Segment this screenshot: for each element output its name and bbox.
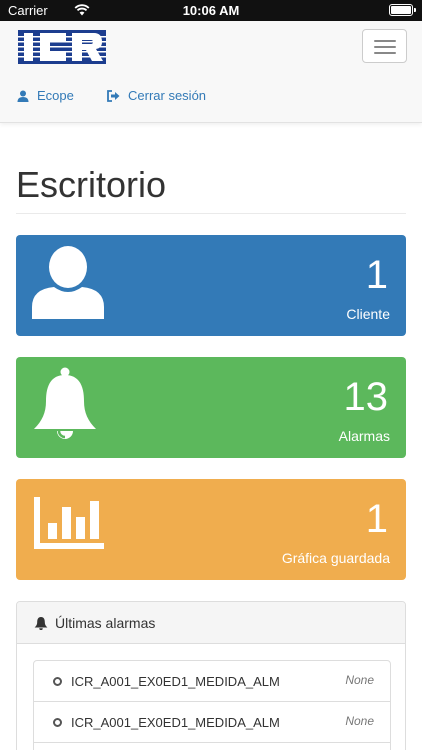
- navbar: Ecope Cerrar sesión: [0, 21, 422, 123]
- saved-charts-panel[interactable]: 1 Gráfica guardada: [16, 479, 406, 580]
- saved-charts-label: Gráfica guardada: [281, 550, 390, 566]
- latest-alarms-heading: Últimas alarmas: [17, 602, 405, 644]
- saved-charts-count: 1: [365, 497, 388, 541]
- bell-icon: [32, 367, 98, 448]
- icr-logo[interactable]: [18, 30, 106, 64]
- clients-count: 1: [365, 253, 388, 297]
- menu-toggle-button[interactable]: [362, 29, 407, 63]
- logout-link-label: Cerrar sesión: [128, 88, 207, 103]
- clients-label: Cliente: [346, 306, 390, 322]
- list-item[interactable]: [33, 742, 391, 750]
- battery-icon: [389, 4, 416, 16]
- sign-out-icon: [107, 89, 120, 102]
- alarms-count-panel[interactable]: 13 Alarmas: [16, 357, 406, 458]
- bell-icon: [34, 616, 48, 630]
- logout-link[interactable]: Cerrar sesión: [107, 88, 206, 103]
- alarms-count: 13: [343, 375, 389, 419]
- list-item[interactable]: ICR_A001_EX0ED1_MEDIDA_ALM None: [33, 660, 391, 702]
- alarm-value: None: [345, 673, 374, 687]
- user-link-label: Ecope: [37, 88, 74, 103]
- title-divider: [16, 213, 406, 214]
- circle-icon: [53, 718, 62, 727]
- status-bar: Carrier 10:06 AM: [0, 0, 422, 21]
- list-item[interactable]: ICR_A001_EX0ED1_MEDIDA_ALM None: [33, 701, 391, 743]
- user-icon: [17, 90, 29, 102]
- alarm-value: None: [345, 714, 374, 728]
- page-title: Escritorio: [16, 164, 167, 205]
- bar-chart-icon: [32, 489, 106, 558]
- user-link[interactable]: Ecope: [17, 88, 74, 103]
- circle-icon: [53, 677, 62, 686]
- alarm-name: ICR_A001_EX0ED1_MEDIDA_ALM: [71, 674, 280, 689]
- alarm-name: ICR_A001_EX0ED1_MEDIDA_ALM: [71, 715, 280, 730]
- alarms-count-label: Alarmas: [338, 428, 390, 444]
- alarms-list: ICR_A001_EX0ED1_MEDIDA_ALM None ICR_A001…: [33, 660, 391, 750]
- user-icon: [32, 245, 104, 324]
- latest-alarms-panel: Últimas alarmas ICR_A001_EX0ED1_MEDIDA_A…: [16, 601, 406, 750]
- latest-alarms-title: Últimas alarmas: [55, 614, 156, 631]
- clients-panel[interactable]: 1 Cliente: [16, 235, 406, 336]
- clock: 10:06 AM: [182, 3, 240, 18]
